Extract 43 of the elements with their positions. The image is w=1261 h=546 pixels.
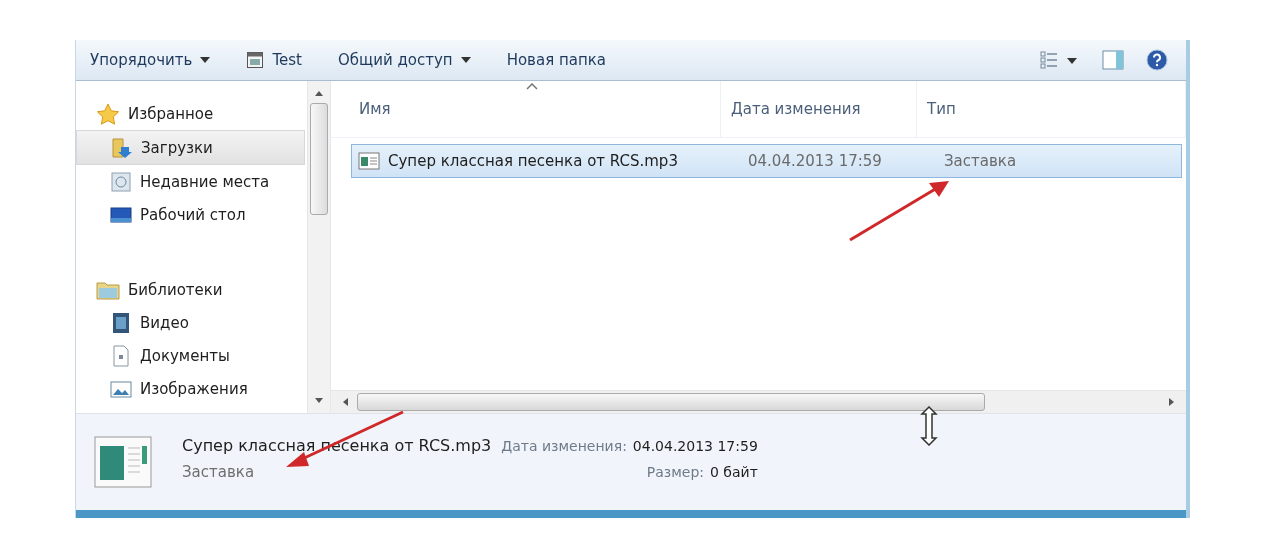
nav-group[interactable]: Библиотеки bbox=[76, 273, 307, 306]
field-label: Размер: bbox=[646, 464, 704, 480]
toolbar-button[interactable]: Новая папка bbox=[502, 47, 618, 73]
scroll-down-icon bbox=[314, 397, 324, 405]
help-icon bbox=[1146, 49, 1168, 71]
caret-icon bbox=[460, 57, 471, 63]
view-list-icon bbox=[1040, 51, 1080, 69]
nav-item[interactable]: Документы bbox=[76, 339, 305, 372]
file-thumbnail-icon bbox=[94, 436, 152, 488]
file-icon bbox=[358, 152, 380, 170]
downloads-icon bbox=[111, 136, 133, 159]
column-header[interactable]: Имя bbox=[331, 81, 721, 137]
field-value: 04.04.2013 17:59 bbox=[632, 438, 758, 454]
video-icon bbox=[110, 311, 132, 334]
recent-icon bbox=[110, 170, 132, 193]
scroll-left-icon bbox=[341, 397, 349, 407]
file-name: Супер классная песенка от RCS.mp3 bbox=[388, 152, 678, 170]
table-cell-text: 04.04.2013 17:59 bbox=[747, 152, 883, 170]
nav-item[interactable]: Загрузки bbox=[76, 130, 305, 165]
column-header[interactable]: Тип bbox=[917, 81, 1186, 137]
sort-ascending-icon bbox=[525, 83, 538, 90]
preview-pane-icon bbox=[1102, 50, 1124, 70]
star-icon bbox=[96, 102, 120, 125]
nav-item[interactable]: Изображения bbox=[76, 372, 305, 405]
field-value: 0 байт bbox=[710, 464, 758, 480]
nav-item[interactable]: Видео bbox=[76, 306, 305, 339]
scroll-up-icon bbox=[314, 89, 324, 97]
scroll-right-icon bbox=[1168, 397, 1176, 407]
program-icon bbox=[246, 51, 265, 69]
toolbar-button[interactable]: Общий доступ bbox=[333, 47, 483, 73]
table-cell-text: Заставка bbox=[943, 152, 1018, 170]
resize-cursor-icon bbox=[920, 406, 938, 446]
file-row[interactable]: Супер классная песенка от RCS.mp3 04.04.2013 17:59 Заставка bbox=[351, 144, 1182, 178]
field-label: Дата изменения: bbox=[501, 438, 627, 454]
toolbar-button[interactable]: Test bbox=[242, 47, 314, 73]
toolbar-button[interactable]: Упорядочить bbox=[86, 47, 223, 73]
column-header[interactable]: Дата изменения bbox=[721, 81, 917, 137]
details-file-type: Заставка bbox=[182, 463, 256, 481]
caret-icon bbox=[200, 57, 211, 63]
nav-group[interactable]: Избранное bbox=[76, 97, 307, 130]
nav-item[interactable]: Недавние места bbox=[76, 165, 305, 198]
nav-item[interactable]: Рабочий стол bbox=[76, 198, 305, 231]
document-icon bbox=[110, 344, 132, 367]
